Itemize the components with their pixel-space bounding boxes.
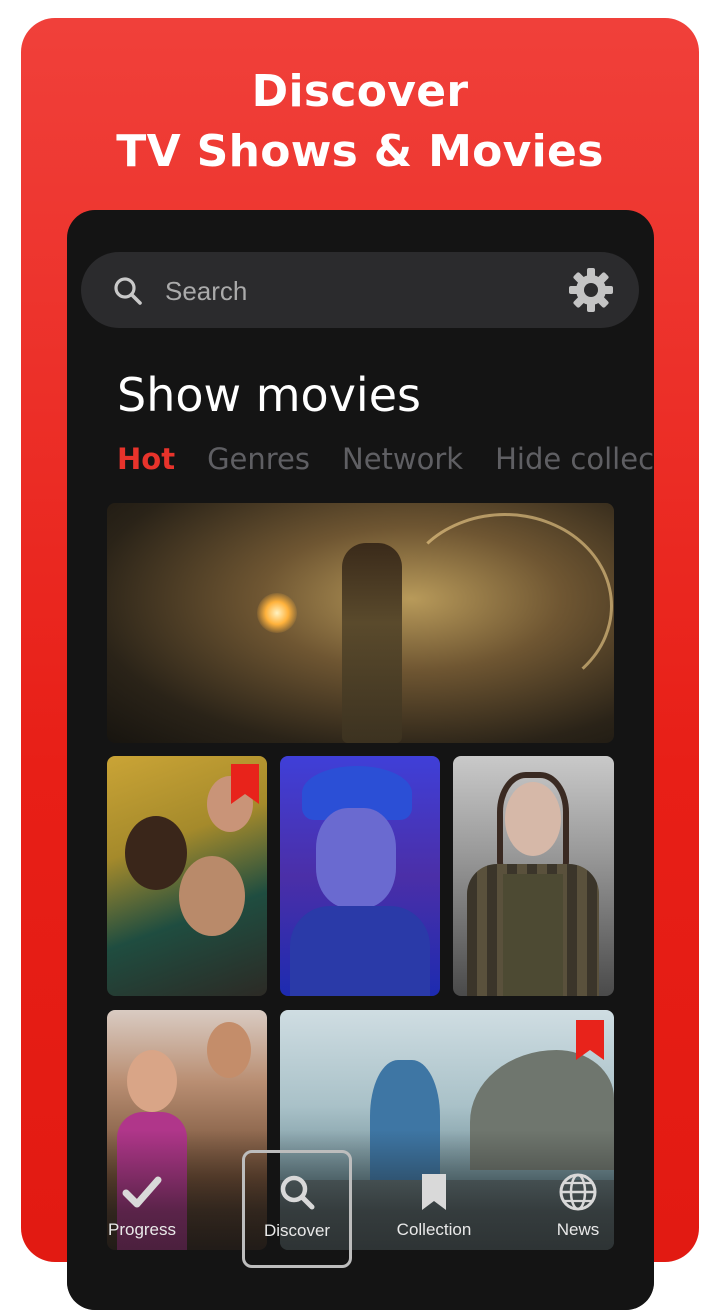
nav-news[interactable]: News (518, 1130, 638, 1240)
search-input[interactable] (163, 270, 547, 312)
nav-discover-label: Discover (263, 1221, 331, 1240)
search-icon (114, 277, 142, 305)
search-icon (280, 1175, 315, 1210)
nav-news-label: News (556, 1220, 600, 1239)
search-bar[interactable] (81, 252, 639, 328)
headline-line-1: Discover (251, 66, 469, 117)
headline-line-2: TV Shows & Movies (116, 126, 604, 177)
movie-card-2[interactable] (280, 756, 440, 996)
bookmark-icon (422, 1174, 446, 1210)
nav-collection[interactable]: Collection (374, 1130, 494, 1240)
tab-network[interactable]: Network (342, 442, 463, 476)
featured-movie-card[interactable] (107, 503, 614, 743)
nav-progress-label: Progress (107, 1220, 177, 1239)
tshirt-shape (503, 874, 563, 996)
tab-genres[interactable]: Genres (207, 442, 310, 476)
movie-card-3[interactable] (453, 756, 614, 996)
poster-face (127, 1050, 177, 1112)
tab-hide-collection[interactable]: Hide collect (495, 442, 654, 476)
spark-arc (397, 513, 613, 699)
nav-collection-label: Collection (396, 1220, 472, 1239)
promo-headline: Discover TV Shows & Movies (0, 62, 720, 182)
gear-icon[interactable] (567, 266, 615, 314)
nav-progress[interactable]: Progress (82, 1130, 202, 1240)
jacket-shape (290, 906, 430, 996)
tab-hot[interactable]: Hot (117, 442, 175, 476)
figure-silhouette (342, 543, 402, 743)
page-title: Show movies (117, 368, 421, 422)
globe-icon (559, 1173, 597, 1211)
bottom-navigation: Progress Discover Collection News (67, 1130, 654, 1310)
poster-face (179, 856, 245, 936)
phone-screen: Show movies Hot Genres Network Hide collect (67, 210, 654, 1310)
bookmark-badge-icon (576, 1020, 604, 1060)
category-tabs: Hot Genres Network Hide collect (117, 442, 654, 486)
poster-face (207, 1022, 251, 1078)
fire-sparks-graphic (257, 593, 297, 633)
poster-face (316, 808, 396, 908)
bookmark-badge-icon (231, 764, 259, 804)
hair-shape (497, 772, 569, 872)
check-icon (122, 1176, 162, 1208)
movie-card-1[interactable] (107, 756, 267, 996)
poster-face (125, 816, 187, 890)
nav-discover[interactable]: Discover (242, 1150, 352, 1268)
